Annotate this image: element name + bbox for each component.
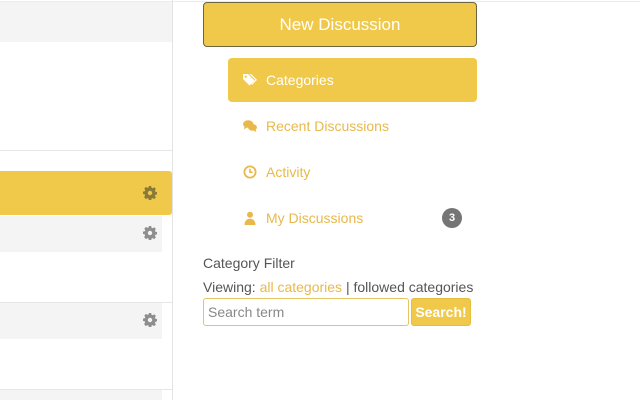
gear-icon[interactable] <box>143 226 157 240</box>
viewing-label: Viewing: <box>203 279 256 295</box>
column-divider <box>172 0 173 400</box>
category-row[interactable] <box>0 390 162 400</box>
viewing-filter: Viewing: all categories | followed categ… <box>203 279 473 295</box>
category-list-panel <box>0 0 174 400</box>
sidebar-nav: Categories Recent Discussions Activity M… <box>228 58 477 242</box>
gear-icon[interactable] <box>143 186 157 200</box>
tags-icon <box>243 74 257 86</box>
search-button[interactable]: Search! <box>411 298 471 326</box>
sidebar-item-categories[interactable]: Categories <box>228 58 477 102</box>
user-icon <box>244 211 256 225</box>
divider <box>0 150 172 151</box>
count-badge: 3 <box>442 208 462 228</box>
clock-icon <box>243 165 257 179</box>
followed-categories-link[interactable]: followed categories <box>353 279 473 295</box>
comments-icon <box>243 120 257 133</box>
sidebar-item-my-discussions[interactable]: My Discussions 3 <box>228 196 477 240</box>
all-categories-link[interactable]: all categories <box>260 279 343 295</box>
gear-icon[interactable] <box>143 313 157 327</box>
new-discussion-button[interactable]: New Discussion <box>203 2 477 47</box>
sidebar-item-label: My Discussions <box>266 210 364 226</box>
list-header-bar <box>0 2 172 42</box>
sidebar-item-label: Categories <box>266 72 334 88</box>
filter-separator: | <box>345 279 350 295</box>
sidebar-item-activity[interactable]: Activity <box>228 150 477 194</box>
sidebar-item-label: Activity <box>266 164 311 180</box>
category-row[interactable] <box>0 216 162 252</box>
sidebar-item-recent-discussions[interactable]: Recent Discussions <box>228 104 477 148</box>
category-row[interactable] <box>0 303 162 339</box>
category-filter-title: Category Filter <box>203 255 295 271</box>
sidebar-item-label: Recent Discussions <box>266 118 389 134</box>
search-input[interactable] <box>203 298 409 326</box>
